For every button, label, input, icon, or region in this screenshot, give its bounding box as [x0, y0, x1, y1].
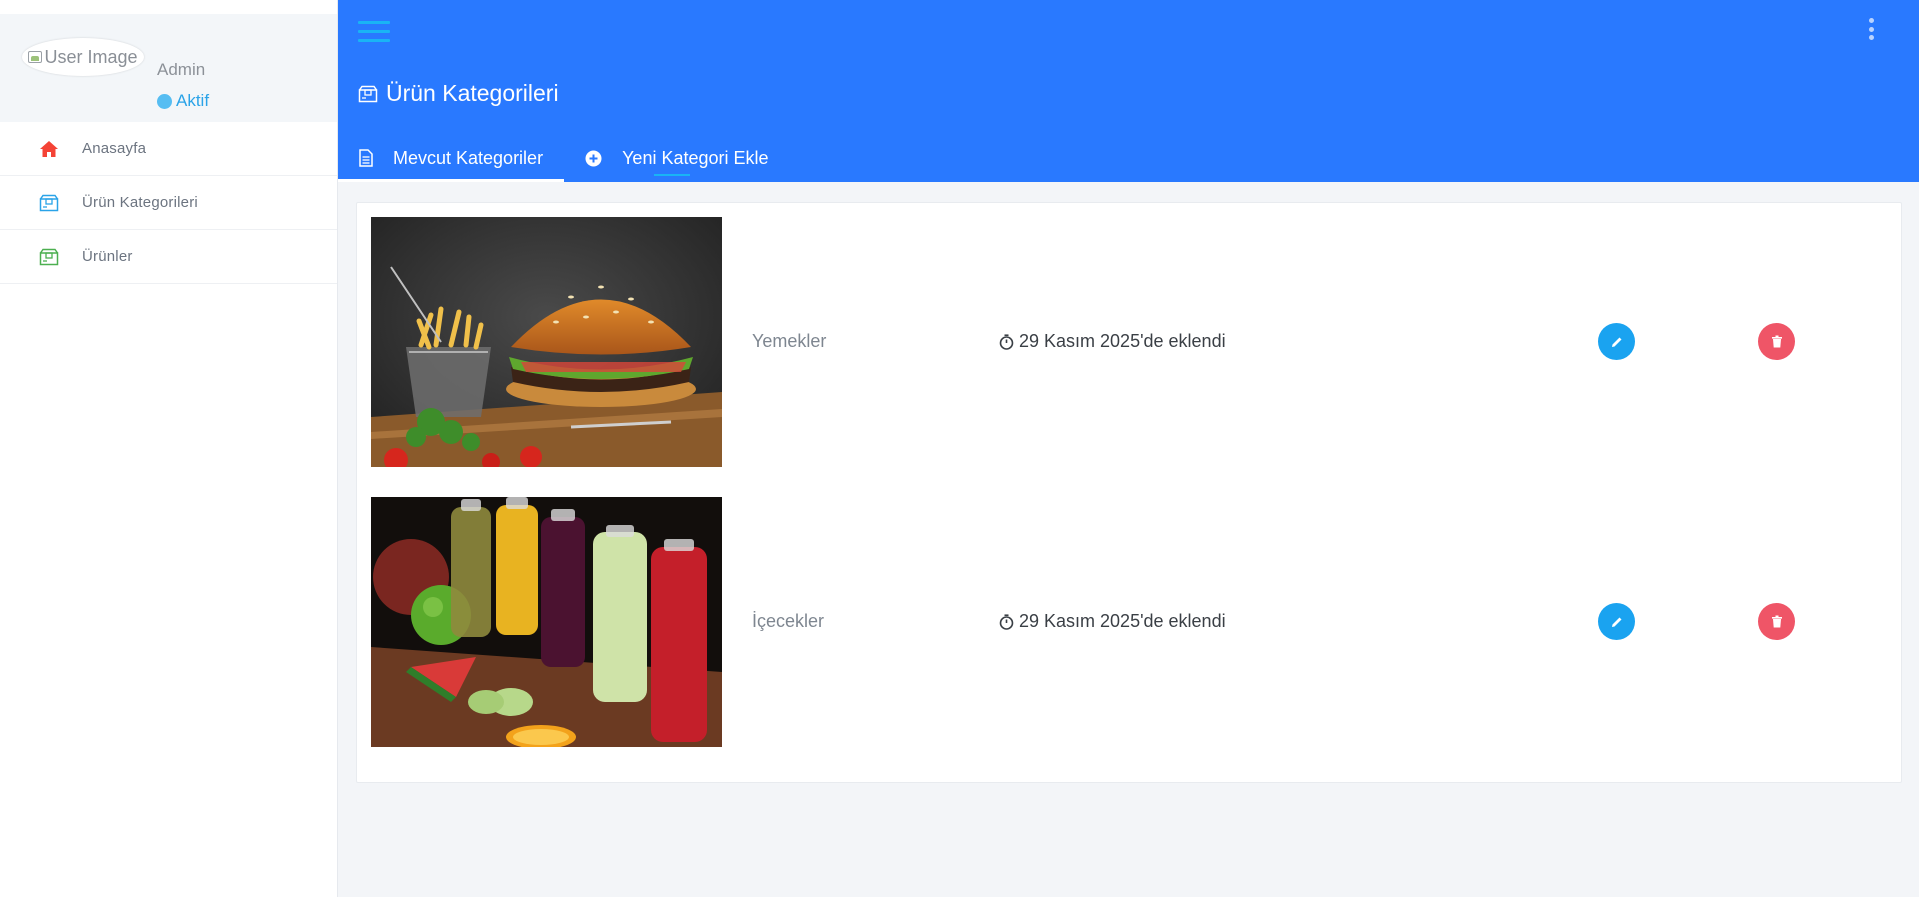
- edit-button[interactable]: [1598, 323, 1635, 360]
- tab-bar: Mevcut Kategoriler Yeni Kategori Ekle: [338, 134, 790, 182]
- box-icon: [38, 246, 60, 268]
- user-status: Aktif: [157, 91, 209, 111]
- category-image-icecekler: [371, 497, 722, 747]
- sidebar-item-label: Ürünler: [82, 248, 133, 265]
- list-item: İçecekler 29 Kasım 2025'de eklendi: [371, 497, 1881, 749]
- delete-button[interactable]: [1758, 603, 1795, 640]
- stopwatch-icon: [999, 613, 1014, 630]
- pencil-icon: [1610, 615, 1624, 629]
- user-name: Admin: [157, 60, 206, 79]
- status-dot-icon: [157, 93, 172, 109]
- list-item: Yemekler 29 Kasım 2025'de eklendi: [371, 217, 1881, 469]
- tab-yeni-kategori-ekle[interactable]: Yeni Kategori Ekle: [564, 134, 789, 182]
- edit-button[interactable]: [1598, 603, 1635, 640]
- sidebar-top-strip: [0, 0, 337, 14]
- home-icon: [38, 138, 60, 160]
- sidebar-item-label: Anasayfa: [82, 140, 147, 157]
- sidebar: User Image Admin Aktif Anasayfa Ürün Kat…: [0, 0, 338, 897]
- plus-circle-icon: [585, 150, 602, 167]
- user-panel: User Image Admin Aktif: [0, 14, 337, 122]
- category-image-yemekler: [371, 217, 722, 467]
- tab-label: Yeni Kategori Ekle: [622, 147, 769, 168]
- category-name: İçecekler: [752, 611, 825, 631]
- delete-button[interactable]: [1758, 323, 1795, 360]
- sidebar-item-urun-kategorileri[interactable]: Ürün Kategorileri: [0, 176, 337, 230]
- hamburger-menu-icon[interactable]: [358, 21, 390, 43]
- header: Ürün Kategorileri Mevcut Kategoriler Yen…: [338, 0, 1919, 182]
- category-date: 29 Kasım 2025'de eklendi: [999, 611, 1226, 632]
- sidebar-item-urunler[interactable]: Ürünler: [0, 230, 337, 284]
- avatar[interactable]: User Image: [22, 38, 144, 76]
- box-icon: [38, 192, 60, 214]
- kebab-menu-icon[interactable]: [1867, 18, 1875, 40]
- pencil-icon: [1610, 335, 1624, 349]
- category-list-card: Yemekler 29 Kasım 2025'de eklendi İçecek…: [356, 202, 1902, 783]
- page-title: Ürün Kategorileri: [358, 80, 559, 107]
- category-date-text: 29 Kasım 2025'de eklendi: [1019, 331, 1226, 351]
- sidebar-menu: Anasayfa Ürün Kategorileri Ürünler: [0, 122, 337, 284]
- box-icon: [358, 85, 378, 103]
- category-date: 29 Kasım 2025'de eklendi: [999, 331, 1226, 352]
- sidebar-item-label: Ürün Kategorileri: [82, 194, 198, 211]
- trash-icon: [1771, 335, 1783, 348]
- category-name: Yemekler: [752, 331, 827, 351]
- trash-icon: [1771, 615, 1783, 628]
- avatar-alt-text: User Image: [44, 46, 138, 67]
- stopwatch-icon: [999, 333, 1014, 350]
- sidebar-item-anasayfa[interactable]: Anasayfa: [0, 122, 337, 176]
- document-icon: [359, 149, 373, 167]
- tab-mevcut-kategoriler[interactable]: Mevcut Kategoriler: [338, 134, 565, 182]
- user-status-label: Aktif: [176, 91, 210, 110]
- category-date-text: 29 Kasım 2025'de eklendi: [1019, 611, 1226, 631]
- broken-image-icon: [28, 51, 43, 63]
- page-title-text: Ürün Kategorileri: [386, 80, 559, 106]
- tab-label: Mevcut Kategoriler: [393, 147, 544, 168]
- tab-hover-underline: [654, 174, 691, 176]
